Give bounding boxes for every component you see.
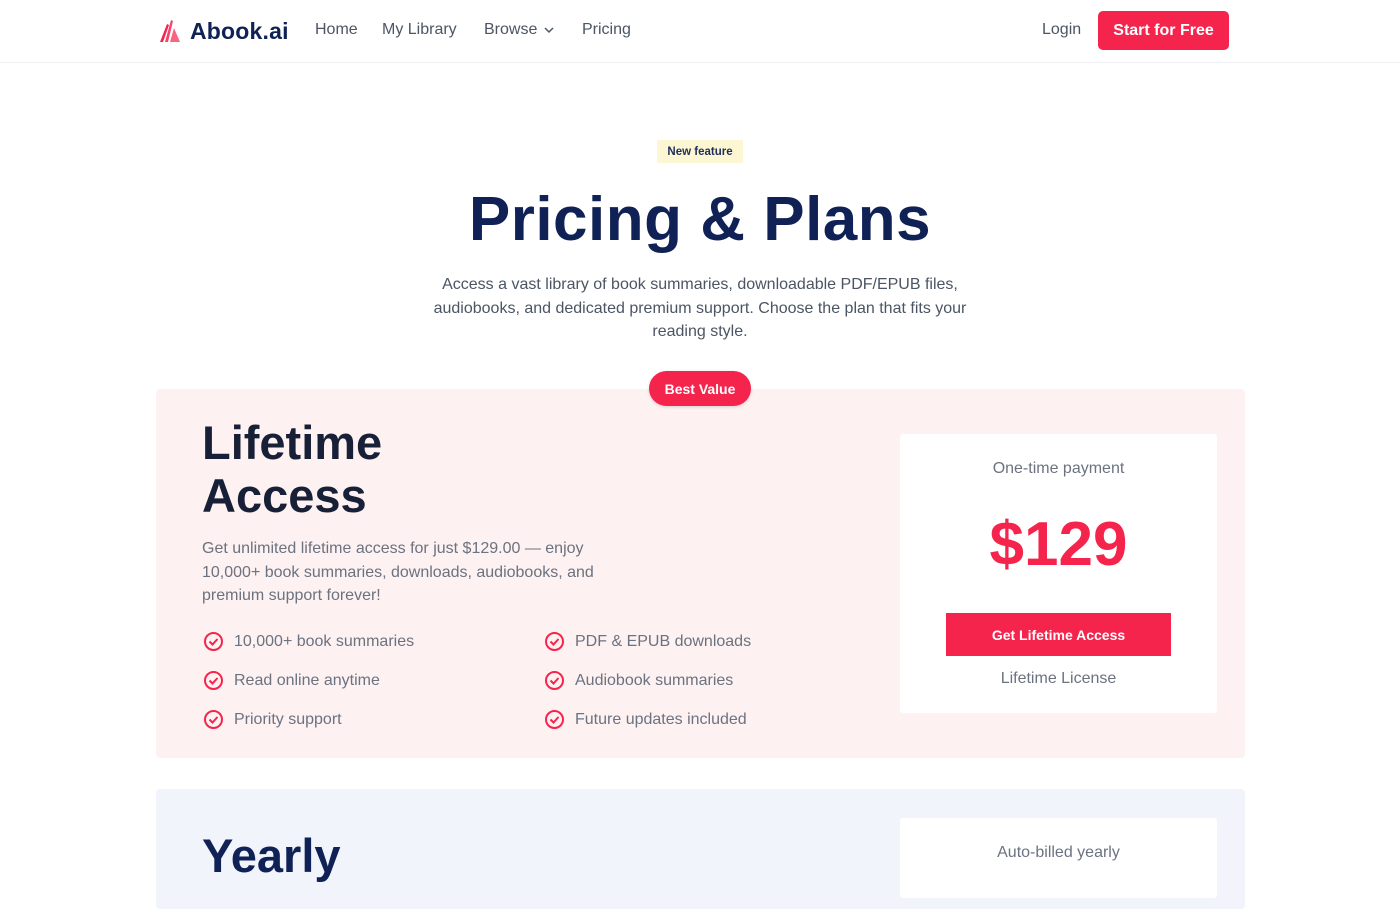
top-nav: Abook.ai Home My Library Browse Pricing … [0, 0, 1400, 63]
check-circle-icon [204, 710, 223, 729]
feature-item: Priority support [203, 709, 342, 730]
feature-item: Read online anytime [203, 670, 380, 691]
feature-item: Audiobook summaries [544, 670, 733, 691]
check-circle-icon [204, 632, 223, 651]
payment-type-label: One-time payment [992, 460, 1125, 477]
feature-label: Future updates included [575, 710, 747, 728]
nav-home-link[interactable]: Home [315, 21, 358, 39]
page-title: Pricing & Plans [468, 185, 932, 254]
nav-browse-dropdown[interactable]: Browse [484, 21, 555, 39]
new-feature-badge: New feature [657, 140, 743, 163]
lifetime-price-box: One-time payment $129 Get Lifetime Acces… [900, 434, 1217, 713]
brand-logo[interactable]: Abook.ai [158, 16, 289, 46]
get-lifetime-access-button[interactable]: Get Lifetime Access [946, 613, 1171, 656]
check-circle-icon [545, 671, 564, 690]
brand-name: Abook.ai [190, 17, 289, 44]
feature-label: 10,000+ book summaries [234, 632, 415, 650]
lifetime-plan-title: Lifetime Access [202, 416, 383, 522]
nav-pricing-link[interactable]: Pricing [582, 21, 631, 39]
feature-item: 10,000+ book summaries [203, 631, 414, 652]
feature-label: PDF & EPUB downloads [575, 632, 752, 650]
lifetime-price: $129 [989, 510, 1128, 579]
nav-browse-label: Browse [484, 21, 538, 38]
billing-type-label: Auto-billed yearly [997, 844, 1120, 861]
license-label: Lifetime License [1000, 670, 1117, 687]
feature-item: Future updates included [544, 709, 747, 730]
book-logo-icon [160, 20, 180, 42]
nav-my-library-link[interactable]: My Library [382, 21, 457, 39]
login-link[interactable]: Login [1042, 21, 1081, 39]
feature-label: Priority support [234, 710, 342, 728]
chevron-down-icon [544, 27, 554, 34]
lifetime-plan-description: Get unlimited lifetime access for just $… [202, 540, 594, 604]
start-free-button[interactable]: Start for Free [1098, 11, 1229, 50]
yearly-price-box: Auto-billed yearly [900, 818, 1217, 898]
page-subtitle: Access a vast library of book summaries,… [433, 276, 967, 340]
check-circle-icon [545, 632, 564, 651]
feature-label: Audiobook summaries [575, 671, 734, 689]
check-circle-icon [545, 710, 564, 729]
feature-label: Read online anytime [234, 671, 380, 689]
best-value-badge: Best Value [649, 371, 751, 406]
check-circle-icon [204, 671, 223, 690]
feature-item: PDF & EPUB downloads [544, 631, 751, 652]
